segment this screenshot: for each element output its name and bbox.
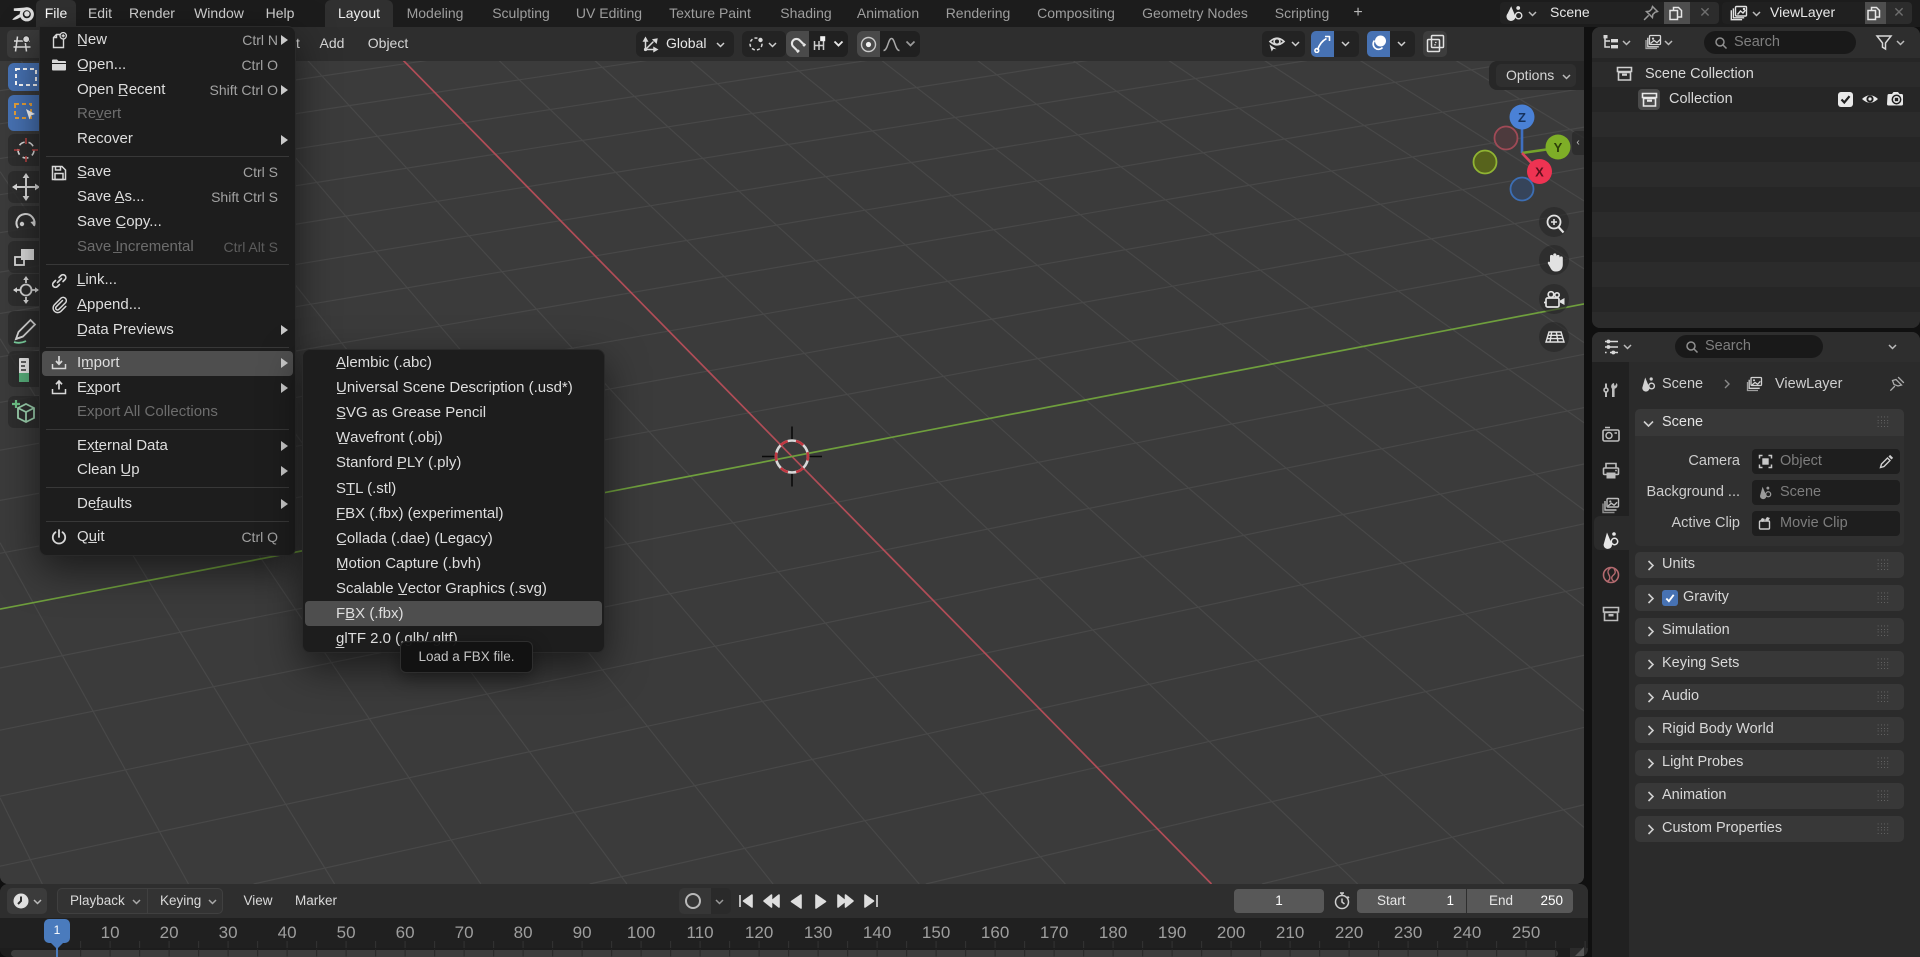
- svg-text:Z: Z: [1518, 110, 1526, 125]
- svg-text:X: X: [1535, 165, 1544, 180]
- svg-text:Y: Y: [1554, 140, 1563, 155]
